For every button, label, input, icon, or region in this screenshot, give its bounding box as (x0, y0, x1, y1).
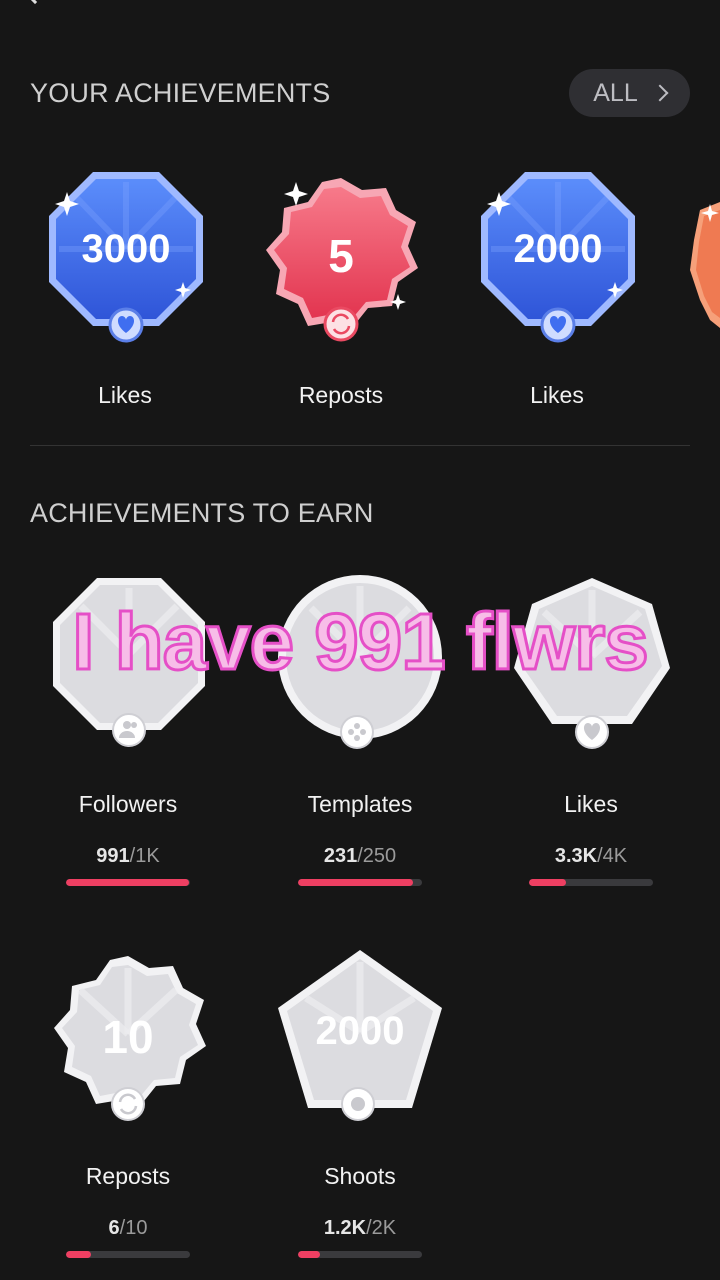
chevron-right-icon (651, 84, 669, 102)
all-button-label: ALL (593, 78, 638, 107)
progress-fill (66, 1251, 91, 1258)
badge-label: Shoots (324, 1163, 396, 1189)
badge-number: 2000 (316, 1009, 405, 1053)
badge-likes-2000[interactable]: 2000 (479, 170, 637, 343)
progress-bar (298, 879, 422, 886)
progress-fill (66, 879, 189, 886)
badge-label: Likes (530, 382, 584, 408)
badge-likes-3000[interactable]: 3000 (47, 170, 205, 343)
progress-text: 231/250 (323, 845, 397, 867)
progress-fill (529, 879, 567, 886)
progress-bar (298, 1251, 422, 1258)
progress-bar (66, 879, 190, 886)
progress-text: 3.3K/4K (554, 845, 628, 867)
badge-number: 3000 (82, 227, 171, 271)
badge-label: Templates (307, 791, 413, 817)
your-achievements-title: YOUR ACHIEVEMENTS (30, 78, 331, 108)
badge-label: Likes (98, 382, 152, 408)
progress-bar (66, 1251, 190, 1258)
overlay-caption: I have 991 flwrs (71, 596, 650, 688)
badge-label: Reposts (85, 1163, 171, 1189)
badge-label: Followers (78, 791, 178, 817)
badge-label: Reposts (298, 382, 384, 408)
all-button[interactable]: ALL (569, 69, 690, 117)
progress-text: 991/1K (96, 845, 160, 867)
shoot-icon (351, 1097, 365, 1111)
badge-number: 2000 (514, 227, 603, 271)
badge-label: Likes (564, 791, 618, 817)
progress-fill (298, 879, 413, 886)
badge-number: 5 (328, 230, 354, 282)
badge-partial-next[interactable] (690, 200, 720, 330)
badge-reposts-10[interactable]: 10 (48, 954, 208, 1124)
progress-fill (298, 1251, 321, 1258)
badge-number: 10 (102, 1011, 153, 1063)
back-arrow-icon[interactable] (27, 0, 43, 5)
section-divider (30, 445, 690, 446)
progress-text: 1.2K/2K (323, 1217, 397, 1239)
achievements-to-earn-title: ACHIEVEMENTS TO EARN (30, 498, 374, 528)
progress-text: 6/10 (108, 1217, 148, 1239)
badge-reposts-5[interactable]: 5 (262, 176, 420, 344)
progress-bar (529, 879, 653, 886)
badge-shoots-2000[interactable]: 2000 (276, 948, 444, 1124)
